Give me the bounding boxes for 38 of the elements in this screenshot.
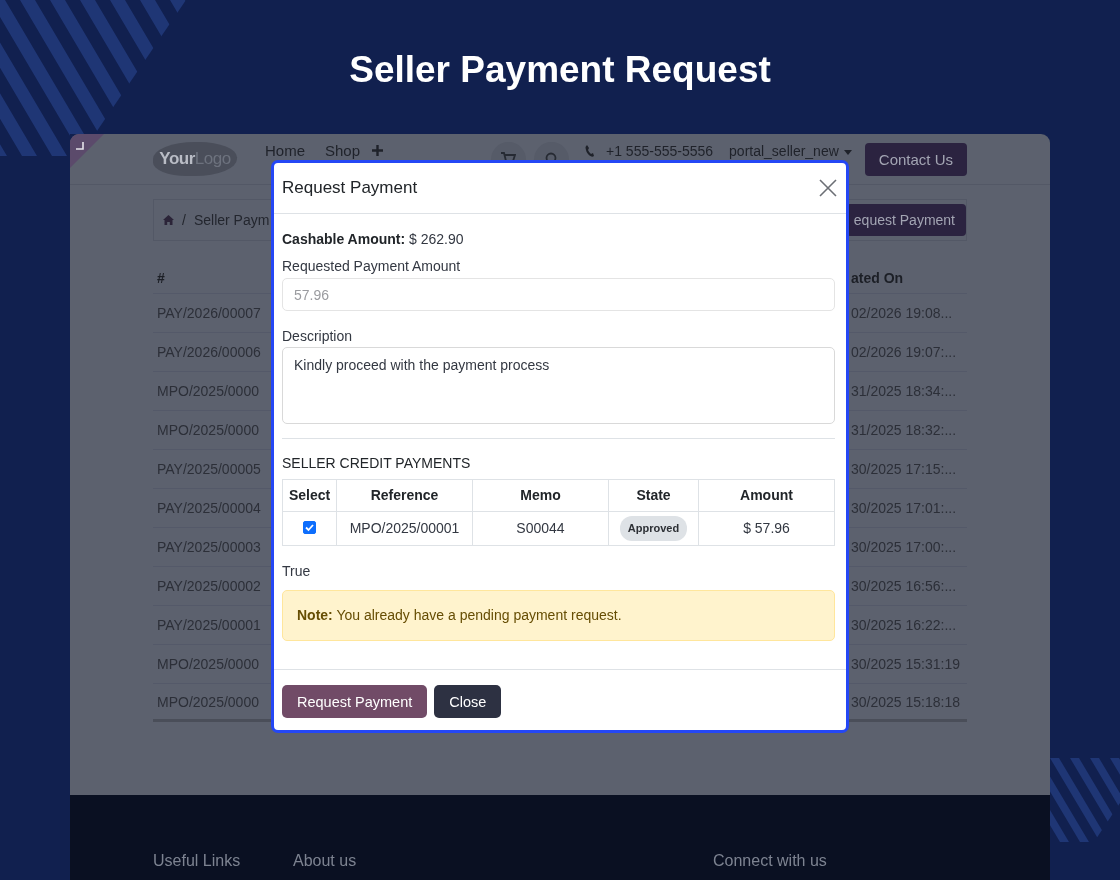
- column-header: ated On: [851, 269, 905, 286]
- plus-icon[interactable]: [372, 145, 384, 156]
- home-icon[interactable]: [163, 215, 174, 225]
- request-payment-button[interactable]: Request Payment: [282, 685, 428, 718]
- column-header: Amount: [698, 479, 835, 512]
- column-header: #: [156, 269, 166, 286]
- dialog-title: Request Payment: [282, 177, 418, 199]
- amount-input[interactable]: 57.96: [282, 278, 835, 311]
- column-header: State: [608, 479, 699, 512]
- select-checkbox[interactable]: [303, 520, 316, 534]
- section-title: SELLER CREDIT PAYMENTS: [282, 454, 472, 473]
- column-header: Reference: [336, 479, 473, 512]
- field-label: Requested Payment Amount: [282, 257, 462, 276]
- footer-heading: Connect with us: [713, 852, 827, 870]
- column-header: Select: [282, 479, 337, 512]
- note-alert: Note: You already have a pending payment request.: [282, 590, 835, 641]
- status-badge: Approved: [619, 516, 688, 541]
- cashable-amount: Cashable Amount: $ 262.90: [282, 230, 465, 249]
- table-cell: MPO/2025/00001: [336, 511, 473, 546]
- footer-heading: About us: [293, 852, 357, 870]
- corner-ribbon-icon: [70, 134, 104, 168]
- flag-text: True: [282, 562, 312, 581]
- phone-icon: [585, 145, 594, 157]
- close-button[interactable]: Close: [434, 685, 502, 718]
- footer-heading: Useful Links: [153, 852, 241, 870]
- field-label: Description: [282, 327, 354, 346]
- description-field[interactable]: Kindly proceed with the payment process: [282, 347, 835, 424]
- close-icon[interactable]: [819, 179, 837, 197]
- table-cell: S00044: [472, 511, 609, 546]
- column-header: Memo: [472, 479, 609, 512]
- caret-icon[interactable]: [843, 150, 852, 155]
- table-cell: $ 57.96: [698, 511, 835, 546]
- breadcrumb-separator: /: [182, 212, 186, 228]
- request-payment-button[interactable]: equest Payment: [846, 204, 966, 236]
- breadcrumb-current: Seller Paym: [193, 212, 270, 228]
- contact-us-button[interactable]: Contact Us: [864, 142, 967, 176]
- phone-number: +1 555-555-5556: [606, 143, 714, 160]
- page-title: Seller Payment Request: [349, 48, 771, 92]
